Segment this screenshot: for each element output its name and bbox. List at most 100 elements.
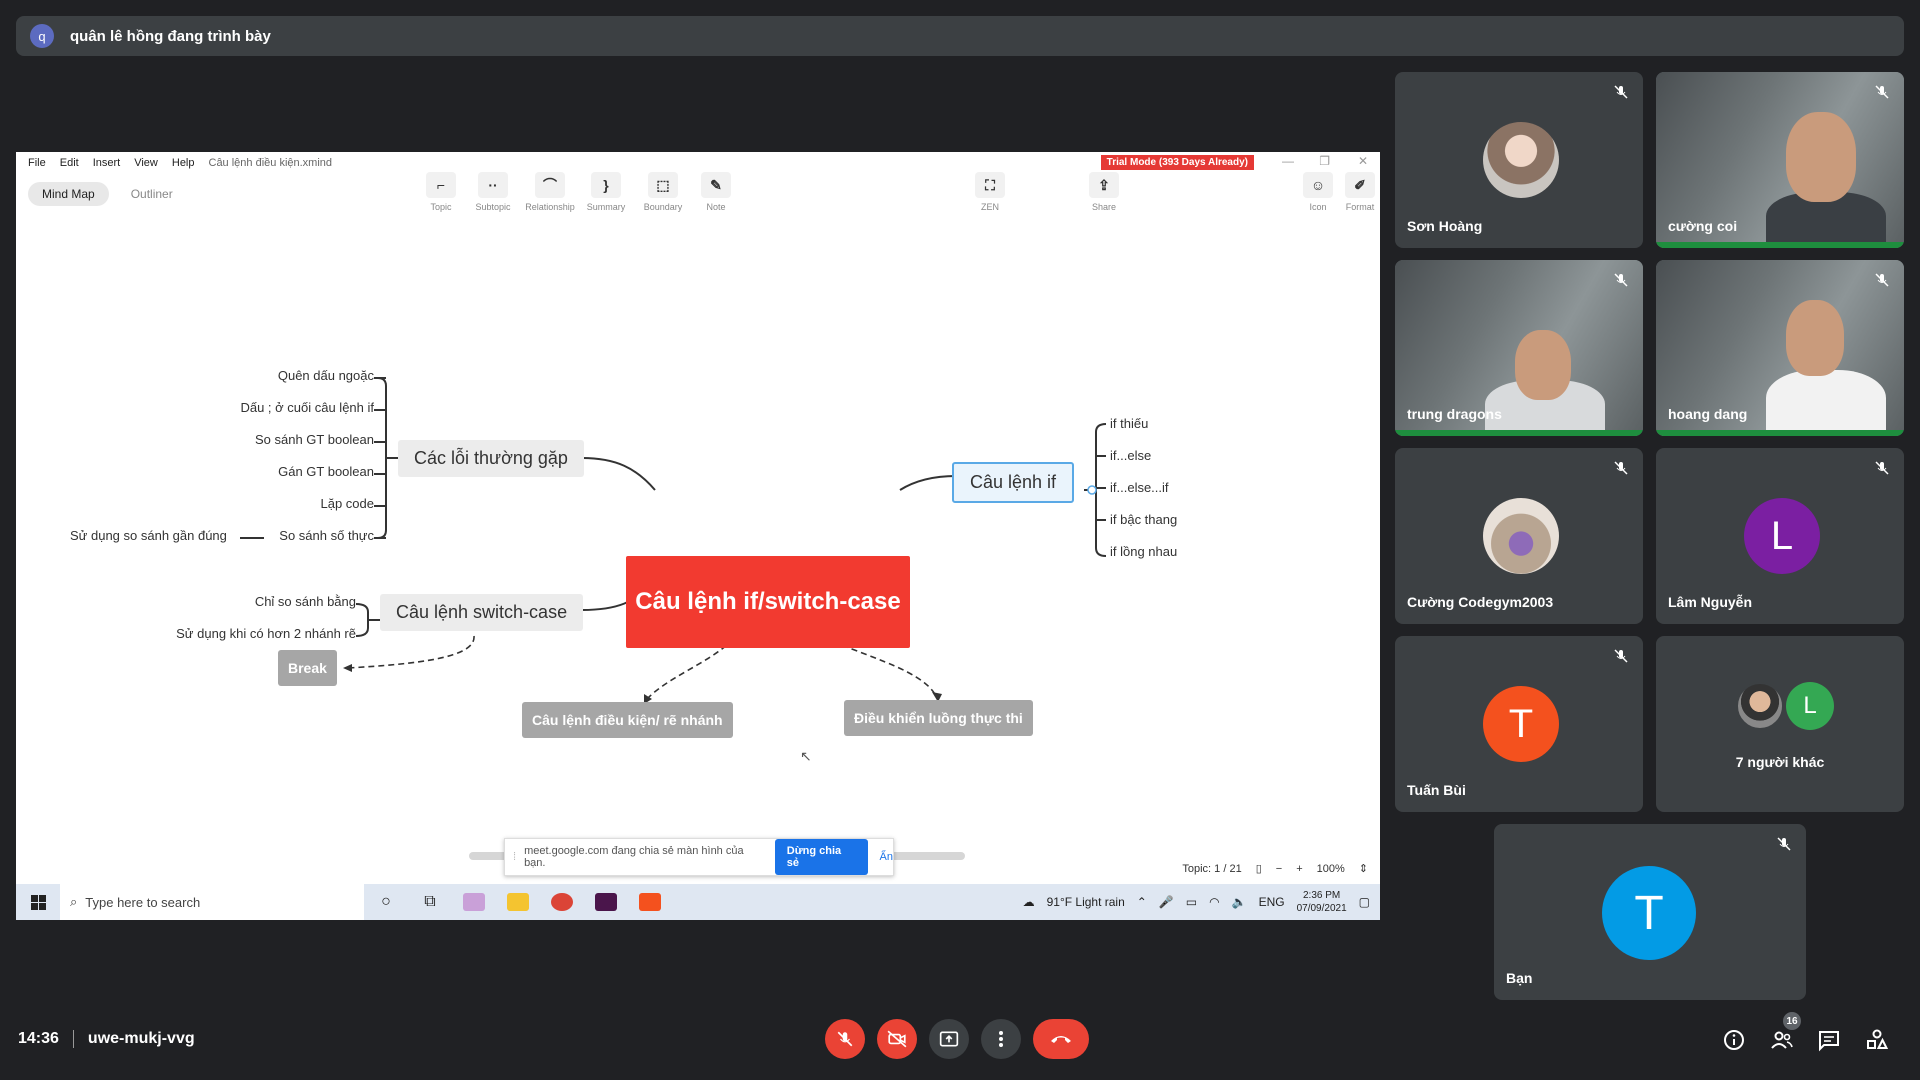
menu-view[interactable]: View (134, 157, 158, 169)
participant-tile[interactable]: Cường Codegym2003 (1395, 448, 1643, 624)
speaking-indicator (1656, 430, 1904, 436)
screen-share-notice: ⁞ meet.google.com đang chia sẻ màn hình … (504, 838, 894, 876)
participant-video-tile[interactable]: cường coi (1656, 72, 1904, 248)
menu-edit[interactable]: Edit (60, 157, 79, 169)
topic-break[interactable]: Break (278, 650, 337, 686)
topic-switch-case[interactable]: Câu lệnh switch-case (380, 594, 584, 631)
mindmap-canvas[interactable]: Câu lệnh if/switch-case Các lỗi thường g… (16, 218, 1380, 858)
mic-off-icon (1777, 837, 1791, 851)
file-explorer-icon[interactable] (496, 884, 540, 920)
error-item[interactable]: Quên dấu ngoặc (278, 368, 374, 383)
participant-tile[interactable]: Sơn Hoàng (1395, 72, 1643, 248)
others-tile[interactable]: L 7 người khác (1656, 636, 1904, 812)
topic-flow-control[interactable]: Điều khiển luồng thực thi (844, 700, 1033, 736)
present-now-button[interactable] (929, 1019, 969, 1059)
topic-if[interactable]: Câu lệnh if (952, 462, 1075, 503)
avatar: L (1786, 682, 1834, 730)
avatar: T (1483, 686, 1559, 762)
people-icon[interactable] (1770, 1028, 1794, 1052)
wifi-icon[interactable]: ◠ (1209, 895, 1219, 909)
end-call-icon (1051, 1036, 1071, 1043)
topic-conditional-branch[interactable]: Câu lệnh điều kiện/ rẽ nhánh (522, 702, 733, 738)
error-item[interactable]: Lặp code (321, 496, 375, 511)
tab-outliner[interactable]: Outliner (117, 182, 187, 206)
taskbar-clock[interactable]: 2:36 PM 07/09/2021 (1297, 889, 1347, 915)
xmind-icon[interactable] (628, 884, 672, 920)
participant-name: Sơn Hoàng (1407, 218, 1483, 234)
mic-toggle-button[interactable] (825, 1019, 865, 1059)
divider (72, 1030, 74, 1048)
participant-tile[interactable]: T Tuấn Bùi (1395, 636, 1643, 812)
menu-file[interactable]: File (28, 157, 46, 169)
chevron-up-icon[interactable]: ⌃ (1137, 895, 1147, 909)
activities-icon[interactable] (1865, 1028, 1889, 1052)
photos-app-icon[interactable] (452, 884, 496, 920)
share-tool[interactable]: ⇪ Share (1074, 172, 1134, 212)
if-item[interactable]: if bậc thang (1110, 512, 1177, 527)
close-icon[interactable]: ✕ (1358, 154, 1368, 168)
if-item[interactable]: if...else (1110, 448, 1151, 463)
camera-toggle-button[interactable] (877, 1019, 917, 1059)
minimize-icon[interactable]: — (1282, 154, 1294, 168)
notification-icon[interactable]: ▢ (1359, 895, 1370, 909)
language-indicator[interactable]: ENG (1259, 895, 1285, 909)
topic-common-errors[interactable]: Các lỗi thường gặp (398, 440, 584, 477)
slack-icon[interactable] (584, 884, 628, 920)
tab-mind-map[interactable]: Mind Map (28, 182, 109, 206)
zoom-out-icon[interactable]: − (1276, 863, 1282, 875)
battery-icon[interactable]: ▭ (1186, 895, 1197, 909)
participant-tile[interactable]: L Lâm Nguyễn (1656, 448, 1904, 624)
chat-icon[interactable] (1817, 1028, 1841, 1052)
start-button[interactable] (16, 884, 60, 920)
error-item[interactable]: Gán GT boolean (278, 464, 374, 479)
hide-notice-link[interactable]: Ẩn (880, 851, 893, 863)
cortana-icon[interactable]: ○ (364, 884, 408, 920)
error-item[interactable]: So sánh số thực (279, 528, 374, 543)
trial-badge[interactable]: Trial Mode (393 Days Already) (1100, 155, 1254, 170)
boundary-tool[interactable]: ⬚ Boundary (633, 172, 693, 212)
summary-tool[interactable]: } Summary (576, 172, 636, 212)
taskbar-search[interactable]: ⌕ Type here to search (60, 884, 364, 920)
zoom-level[interactable]: 100% (1317, 863, 1345, 875)
avatar (1736, 682, 1784, 730)
topic-icon: ⌐ (426, 172, 456, 198)
weather-text[interactable]: 91°F Light rain (1047, 895, 1125, 909)
zen-tool[interactable]: ⛶ ZEN (960, 172, 1020, 212)
leave-call-button[interactable] (1033, 1019, 1089, 1059)
topic-tool[interactable]: ⌐ Topic (411, 172, 471, 212)
meeting-code[interactable]: uwe-mukj-vvg (88, 1030, 195, 1048)
zoom-stepper-icon[interactable]: ⇕ (1359, 862, 1368, 875)
volume-icon[interactable]: 🔈 (1232, 895, 1247, 909)
central-topic[interactable]: Câu lệnh if/switch-case (626, 556, 910, 648)
participant-count-badge: 16 (1783, 1012, 1801, 1030)
format-tool[interactable]: ✐ Format (1330, 172, 1380, 212)
menu-help[interactable]: Help (172, 157, 195, 169)
if-item[interactable]: if lồng nhau (1110, 544, 1177, 559)
switch-item[interactable]: Sử dụng khi có hơn 2 nhánh rẽ (176, 626, 356, 641)
subtopic-tool[interactable]: ·· Subtopic (463, 172, 523, 212)
more-options-button[interactable] (981, 1019, 1021, 1059)
zoom-in-icon[interactable]: + (1296, 863, 1302, 875)
error-item[interactable]: So sánh GT boolean (255, 432, 374, 447)
map-icon[interactable]: ▯ (1256, 862, 1262, 875)
restore-icon[interactable]: ❐ (1319, 154, 1330, 168)
error-item[interactable]: Dấu ; ở cuối câu lệnh if (240, 400, 374, 415)
menu-insert[interactable]: Insert (93, 157, 121, 169)
error-child-item[interactable]: Sử dụng so sánh gần đúng (70, 528, 227, 543)
self-tile[interactable]: T Bạn (1494, 824, 1806, 1000)
if-item[interactable]: if...else...if (1110, 480, 1169, 495)
participant-video-tile[interactable]: trung dragons (1395, 260, 1643, 436)
microphone-icon[interactable]: 🎤 (1159, 895, 1174, 909)
file-title: Câu lệnh điều kiện.xmind (208, 157, 333, 169)
presenter-banner: q quân lê hồng đang trình bày (16, 16, 1904, 56)
meeting-details-icon[interactable] (1722, 1028, 1746, 1052)
note-tool[interactable]: ✎ Note (686, 172, 746, 212)
relationship-tool[interactable]: ⌒ Relationship (520, 172, 580, 212)
drag-handle-icon[interactable]: ⁞ (513, 851, 516, 863)
task-view-icon[interactable]: ⧉ (408, 884, 452, 920)
switch-item[interactable]: Chỉ so sánh bằng (255, 594, 356, 609)
if-item[interactable]: if thiếu (1110, 416, 1148, 431)
stop-sharing-button[interactable]: Dừng chia sẻ (774, 839, 868, 875)
participant-video-tile[interactable]: hoang dang (1656, 260, 1904, 436)
chrome-icon[interactable] (540, 884, 584, 920)
